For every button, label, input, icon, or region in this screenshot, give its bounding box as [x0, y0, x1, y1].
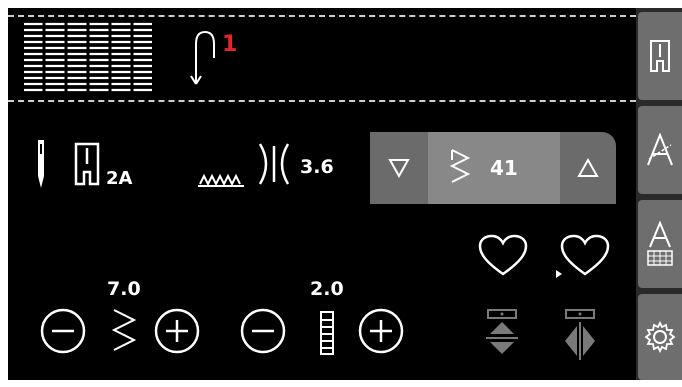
width-value: 7.0 [107, 278, 141, 300]
mirror-horizontal-icon[interactable] [562, 308, 598, 364]
presser-foot-icon [70, 142, 104, 186]
heart-arrow-icon[interactable] [554, 234, 610, 282]
length-value: 2.0 [310, 278, 344, 300]
thread-path-icon [188, 26, 218, 90]
font-tab[interactable] [638, 106, 682, 194]
feed-dogs-icon [198, 170, 244, 188]
length-bar-icon [318, 310, 336, 356]
stitch-prev-button[interactable] [370, 132, 428, 204]
tension-value: 3.6 [300, 156, 334, 178]
needle-icon [35, 140, 47, 188]
minus-icon [240, 308, 286, 354]
sequence-count: 1 [222, 32, 238, 57]
width-minus-button[interactable] [40, 308, 86, 354]
arrow-down-icon [388, 158, 410, 178]
settings-gear-icon [643, 320, 677, 354]
font-tab-icon [645, 133, 675, 167]
presser-foot-label: 2A [106, 168, 133, 189]
settings-tab[interactable] [638, 294, 682, 380]
mirror-vertical-icon[interactable] [484, 308, 520, 364]
width-plus-button[interactable] [154, 308, 200, 354]
stitch-selector-panel: 41 [370, 132, 616, 204]
font-keyboard-tab-icon [645, 221, 675, 267]
zigzag-stitch-icon [448, 148, 472, 188]
minus-icon [40, 308, 86, 354]
plus-icon [154, 308, 200, 354]
presser-foot-tab[interactable] [638, 12, 682, 100]
heart-icon[interactable] [478, 234, 528, 278]
stitch-number-display[interactable]: 41 [428, 132, 560, 204]
presser-foot-tab-icon [647, 39, 673, 73]
stitch-next-button[interactable] [560, 132, 616, 204]
sewing-screen: 1 2A 3.6 41 7.0 2.0 [8, 8, 636, 380]
plus-icon [358, 308, 404, 354]
tension-icon [254, 142, 294, 186]
stitch-program-icon[interactable] [22, 20, 154, 95]
sidebar [636, 8, 682, 380]
zigzag-width-icon [110, 308, 140, 356]
font-keyboard-tab[interactable] [638, 200, 682, 288]
length-minus-button[interactable] [240, 308, 286, 354]
stitch-number: 41 [490, 156, 518, 180]
arrow-up-icon [577, 158, 599, 178]
length-plus-button[interactable] [358, 308, 404, 354]
